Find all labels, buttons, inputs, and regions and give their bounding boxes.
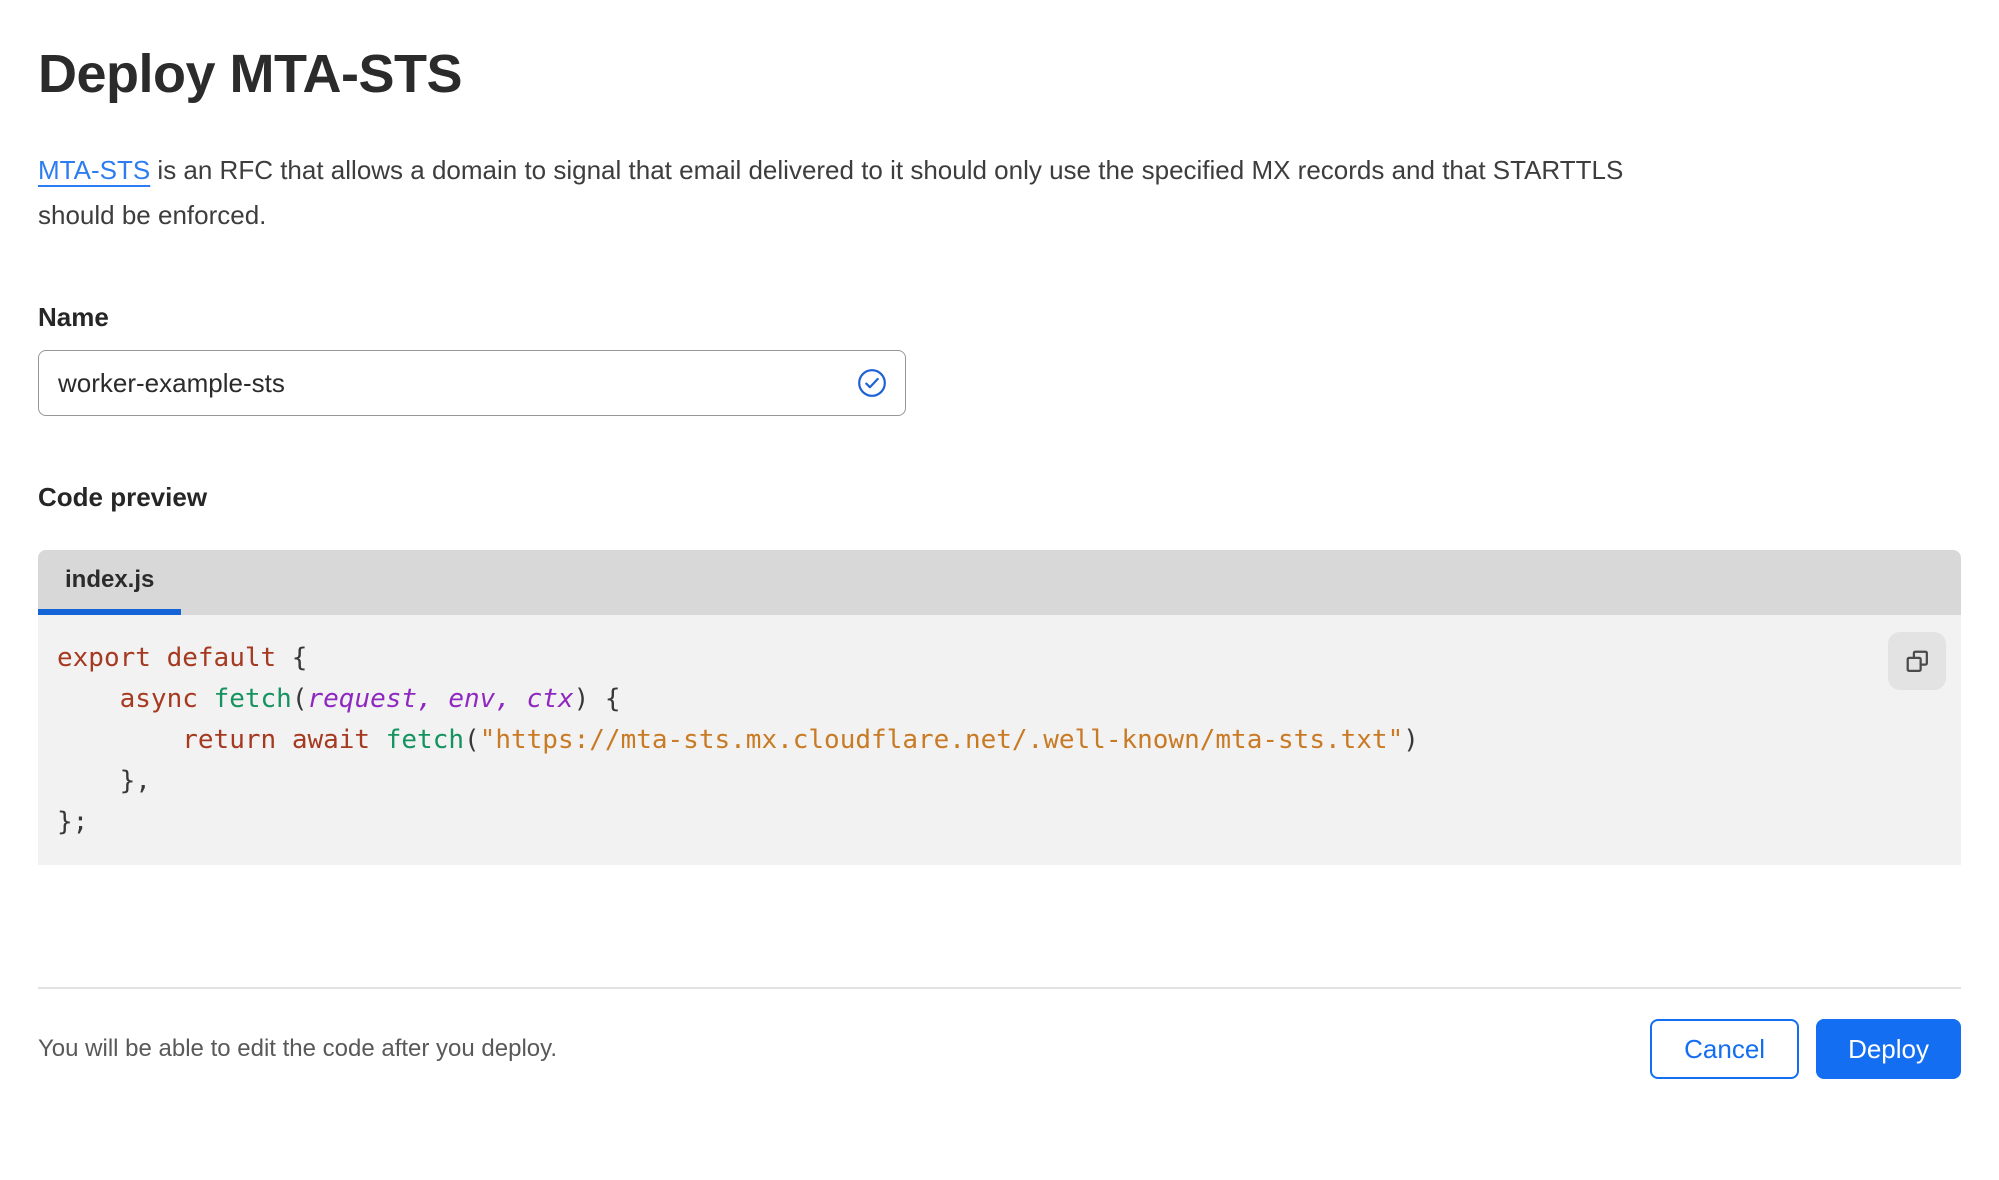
footer-divider (38, 987, 1961, 989)
tab-index-js[interactable]: index.js (38, 550, 182, 615)
description-line2: should be enforced. (38, 200, 267, 230)
code-preview-card: index.js export default { async fetch(re… (38, 550, 1961, 865)
page-title: Deploy MTA-STS (38, 44, 463, 104)
name-input-container (38, 350, 906, 416)
deploy-mta-sts-page: Deploy MTA-STS MTA-STS is an RFC that al… (0, 42, 1999, 1180)
mta-sts-link[interactable]: MTA-STS (38, 155, 150, 185)
code-tabbar: index.js (38, 550, 1961, 615)
code-preview-label: Code preview (38, 482, 208, 512)
footer-buttons: Cancel Deploy (1650, 1019, 1961, 1079)
code-editor[interactable]: export default { async fetch(request, en… (38, 615, 1961, 865)
footer: You will be able to edit the code after … (38, 1019, 1961, 1079)
description: MTA-STS is an RFC that allows a domain t… (38, 148, 1948, 238)
code-content: export default { async fetch(request, en… (57, 643, 1419, 837)
copy-code-button[interactable] (1888, 632, 1946, 690)
cancel-button[interactable]: Cancel (1650, 1019, 1800, 1079)
check-circle-icon (858, 369, 886, 397)
copy-icon (1906, 650, 1928, 672)
description-line1: is an RFC that allows a domain to signal… (150, 155, 1624, 185)
name-input[interactable] (58, 367, 857, 399)
deploy-button[interactable]: Deploy (1816, 1019, 1961, 1079)
footer-note: You will be able to edit the code after … (38, 1035, 558, 1062)
name-label: Name (38, 302, 109, 332)
